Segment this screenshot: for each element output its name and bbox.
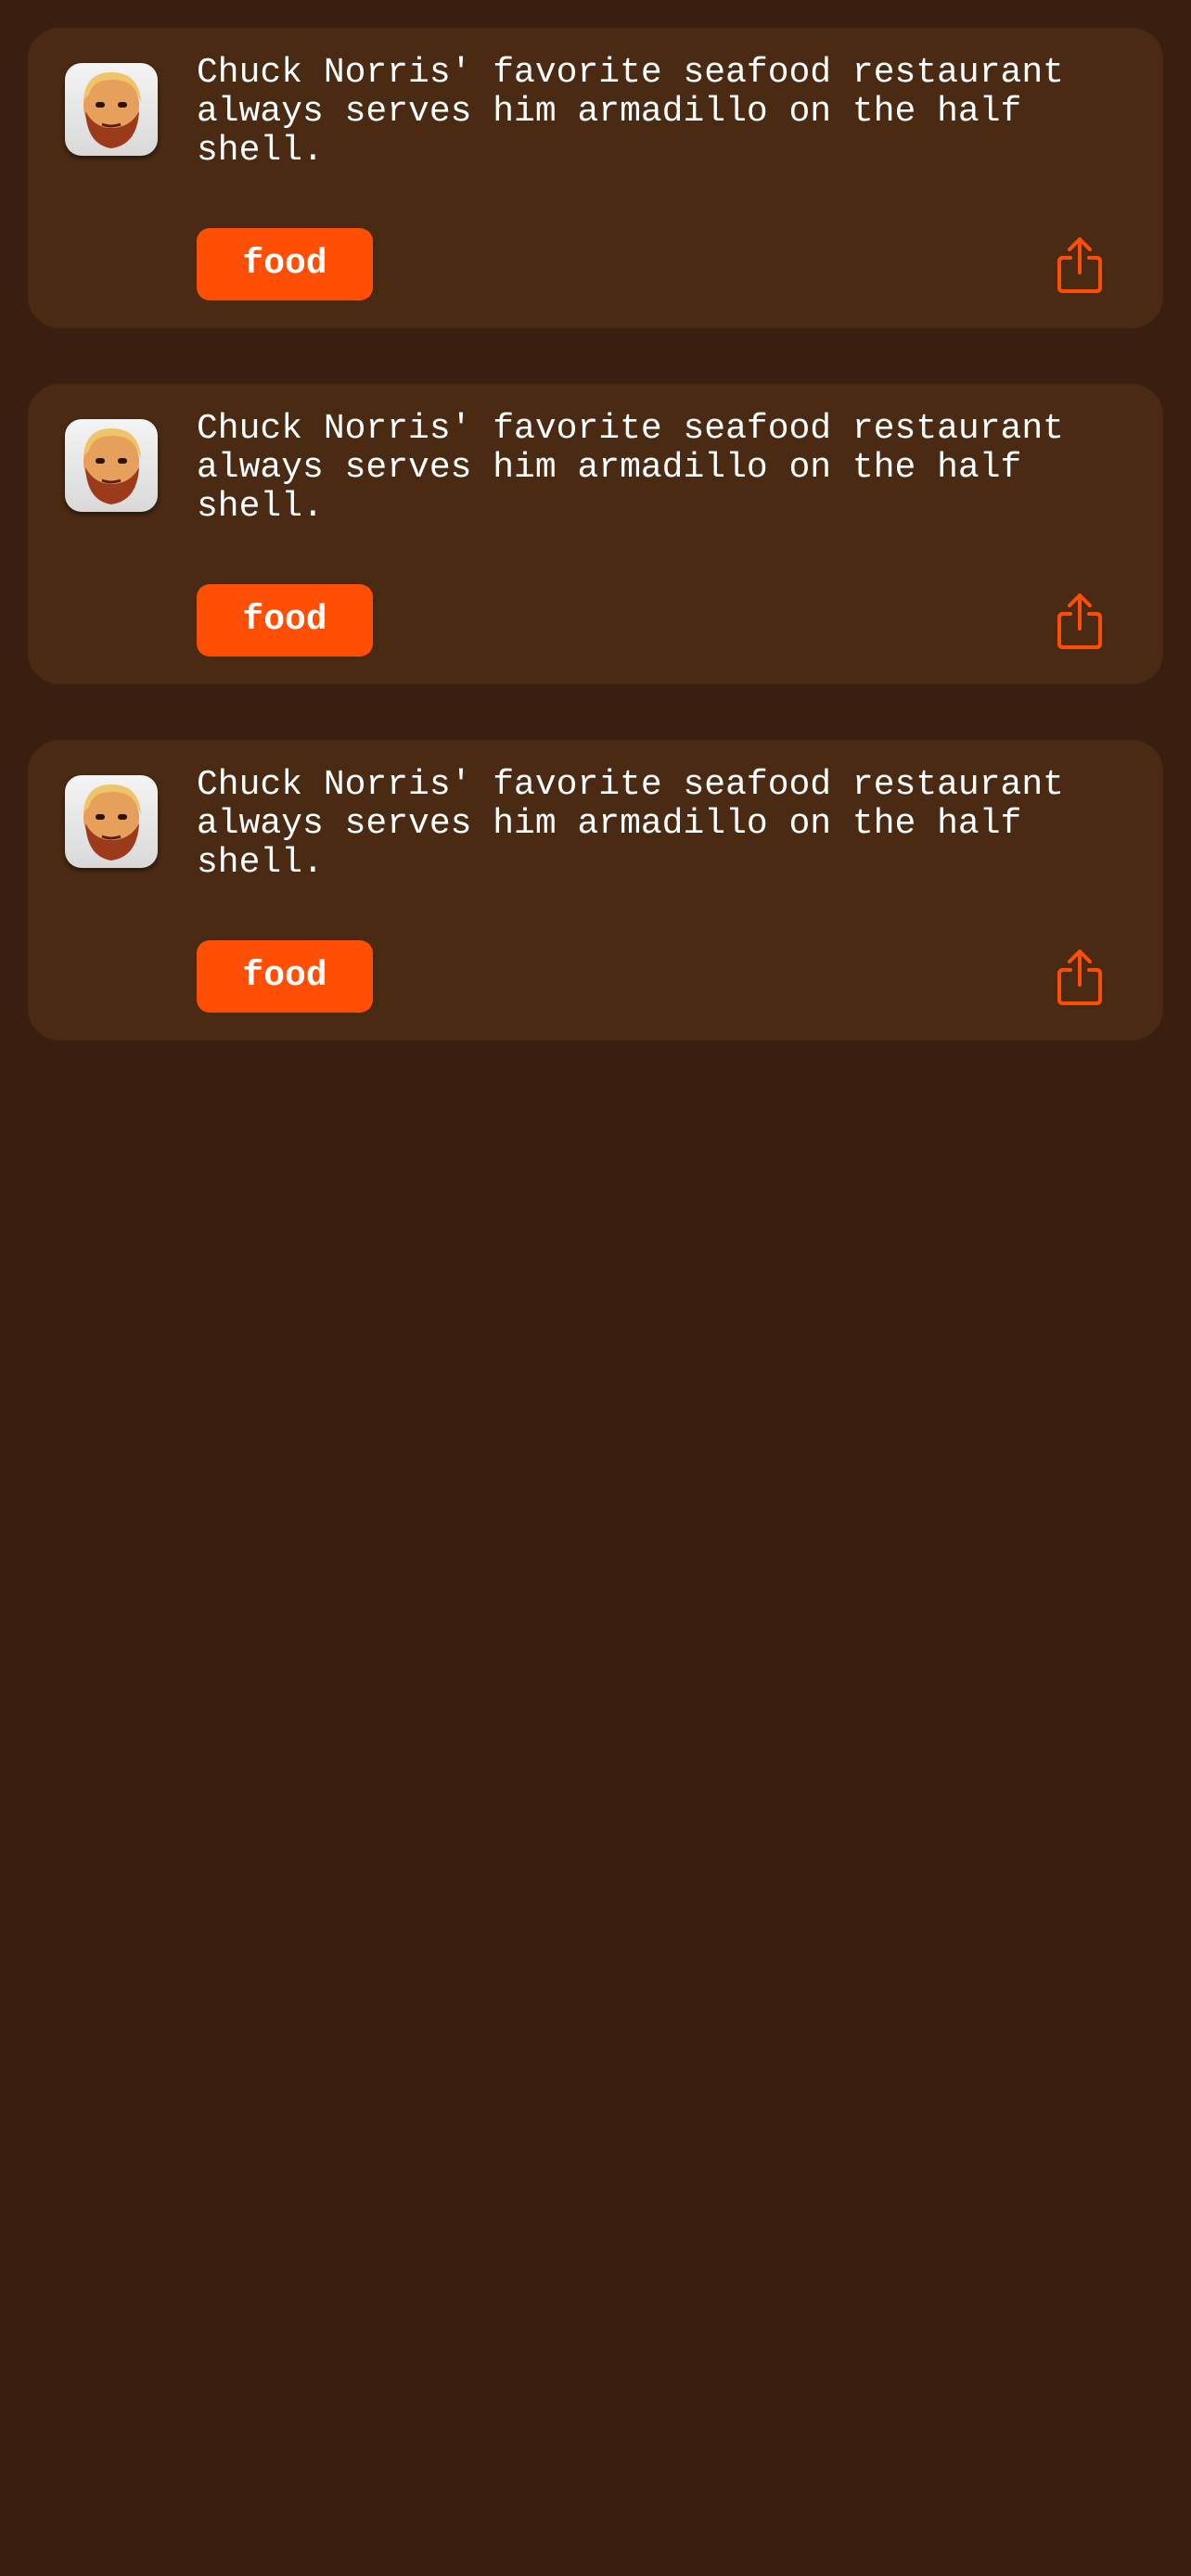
chuck-norris-avatar-icon	[65, 775, 158, 868]
joke-card: Chuck Norris' favorite seafood restauran…	[28, 384, 1163, 684]
category-badge[interactable]: food	[197, 228, 373, 300]
category-badge[interactable]: food	[197, 584, 373, 657]
share-icon	[1057, 593, 1102, 649]
share-button[interactable]	[1052, 592, 1108, 651]
joke-card: Chuck Norris' favorite seafood restauran…	[28, 28, 1163, 328]
share-icon	[1057, 237, 1102, 293]
joke-text: Chuck Norris' favorite seafood restauran…	[197, 53, 1085, 171]
category-badge[interactable]: food	[197, 940, 373, 1013]
share-button[interactable]	[1052, 236, 1108, 295]
chuck-norris-avatar-icon	[65, 419, 158, 512]
joke-card: Chuck Norris' favorite seafood restauran…	[28, 740, 1163, 1040]
chuck-norris-avatar-icon	[65, 63, 158, 156]
joke-text: Chuck Norris' favorite seafood restauran…	[197, 409, 1085, 527]
share-button[interactable]	[1052, 948, 1108, 1007]
share-icon	[1057, 950, 1102, 1005]
joke-text: Chuck Norris' favorite seafood restauran…	[197, 765, 1085, 883]
